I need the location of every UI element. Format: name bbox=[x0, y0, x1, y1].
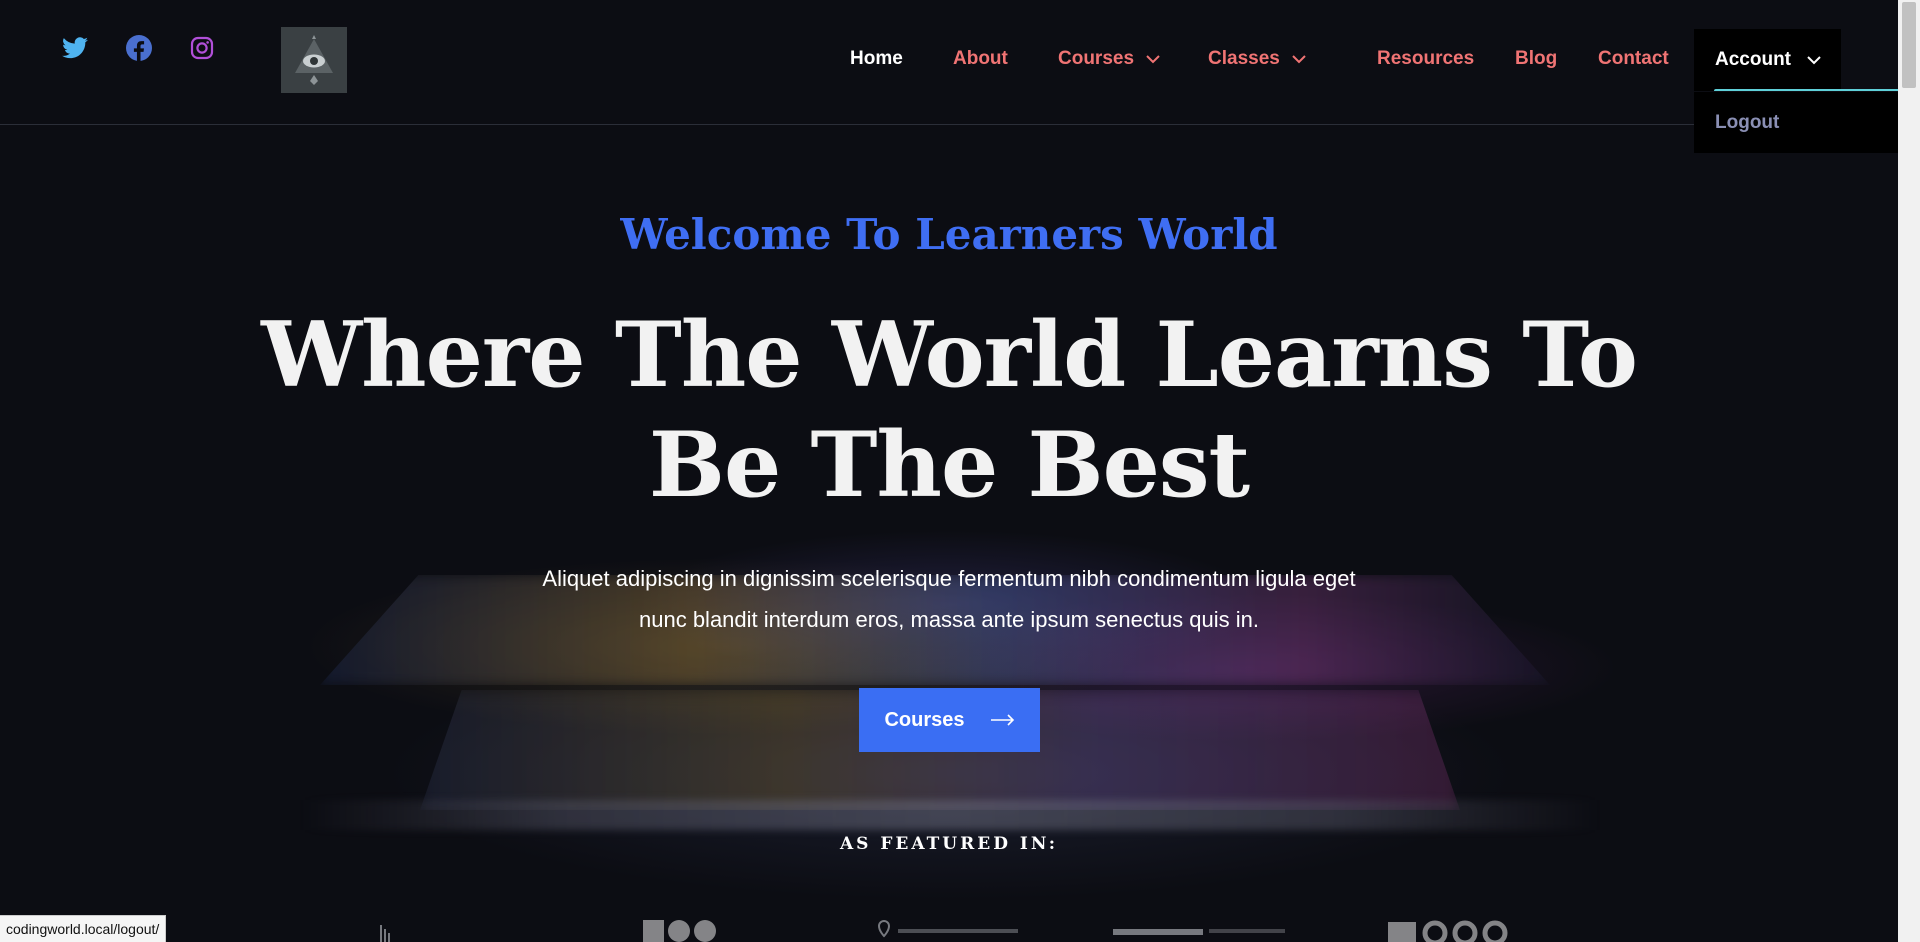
nav-about[interactable]: About bbox=[953, 28, 1008, 90]
chevron-down-icon bbox=[1292, 54, 1306, 64]
hero-headline: Where The World Learns To Be The Best bbox=[0, 300, 1898, 520]
nav-courses[interactable]: Courses bbox=[1058, 28, 1160, 90]
partner-logo-5 bbox=[1388, 920, 1508, 942]
page-scrollbar[interactable] bbox=[1898, 0, 1920, 942]
nav-home-label: Home bbox=[850, 48, 903, 69]
nav-courses-label: Courses bbox=[1058, 48, 1135, 69]
nav-blog-label: Blog bbox=[1515, 48, 1558, 69]
partner-logo-3 bbox=[878, 919, 1018, 938]
nav-home[interactable]: Home bbox=[850, 28, 903, 90]
nav-resources[interactable]: Resources bbox=[1377, 28, 1474, 90]
nav-contact-label: Contact bbox=[1598, 48, 1669, 69]
featured-logos-row bbox=[0, 915, 1898, 942]
featured-in-label: AS FEATURED IN: bbox=[839, 834, 1059, 854]
facebook-icon[interactable] bbox=[125, 34, 153, 62]
partner-logo-4 bbox=[1113, 929, 1285, 935]
nav-contact[interactable]: Contact bbox=[1598, 28, 1669, 90]
account-active-underline bbox=[1714, 89, 1898, 91]
nav-classes-label: Classes bbox=[1208, 48, 1280, 69]
hero-description-line-1: Aliquet adipiscing in dignissim sceleris… bbox=[542, 566, 1356, 591]
hero-description-line-2: nunc blandit interdum eros, massa ante i… bbox=[639, 607, 1259, 632]
nav-account-label: Account bbox=[1715, 49, 1791, 70]
courses-cta-button[interactable]: Courses bbox=[859, 688, 1040, 752]
hero-description: Aliquet adipiscing in dignissim sceleris… bbox=[500, 558, 1398, 640]
nav-resources-label: Resources bbox=[1377, 48, 1475, 69]
site-logo[interactable] bbox=[281, 27, 347, 93]
account-dropdown-menu: Logout bbox=[1694, 92, 1898, 153]
hero-headline-line-2: Be The Best bbox=[648, 412, 1250, 518]
partner-logo-1 bbox=[380, 925, 390, 942]
nav-classes[interactable]: Classes bbox=[1208, 28, 1306, 90]
scrollbar-thumb[interactable] bbox=[1902, 2, 1916, 88]
logout-link[interactable]: Logout bbox=[1715, 112, 1779, 134]
courses-cta-label: Courses bbox=[884, 708, 965, 731]
twitter-icon[interactable] bbox=[61, 34, 89, 62]
laptop-base bbox=[300, 800, 1600, 830]
nav-account[interactable]: Account bbox=[1694, 29, 1841, 91]
instagram-icon[interactable] bbox=[188, 34, 216, 62]
nav-blog[interactable]: Blog bbox=[1515, 28, 1557, 90]
status-url: codingworld.local/logout/ bbox=[6, 921, 160, 937]
nav-about-label: About bbox=[953, 48, 1008, 69]
hero-eyebrow: Welcome To Learners World bbox=[620, 210, 1278, 259]
partner-logo-2 bbox=[643, 920, 716, 942]
eye-pyramid-icon bbox=[295, 35, 333, 85]
chevron-down-icon bbox=[1146, 54, 1160, 64]
hero-headline-line-1: Where The World Learns To bbox=[261, 302, 1638, 408]
browser-status-bar: codingworld.local/logout/ bbox=[0, 915, 167, 942]
site-header: Home About Courses Classes Resources Blo… bbox=[0, 0, 1898, 125]
arrow-right-icon bbox=[990, 709, 1015, 732]
chevron-down-icon bbox=[1807, 55, 1821, 65]
